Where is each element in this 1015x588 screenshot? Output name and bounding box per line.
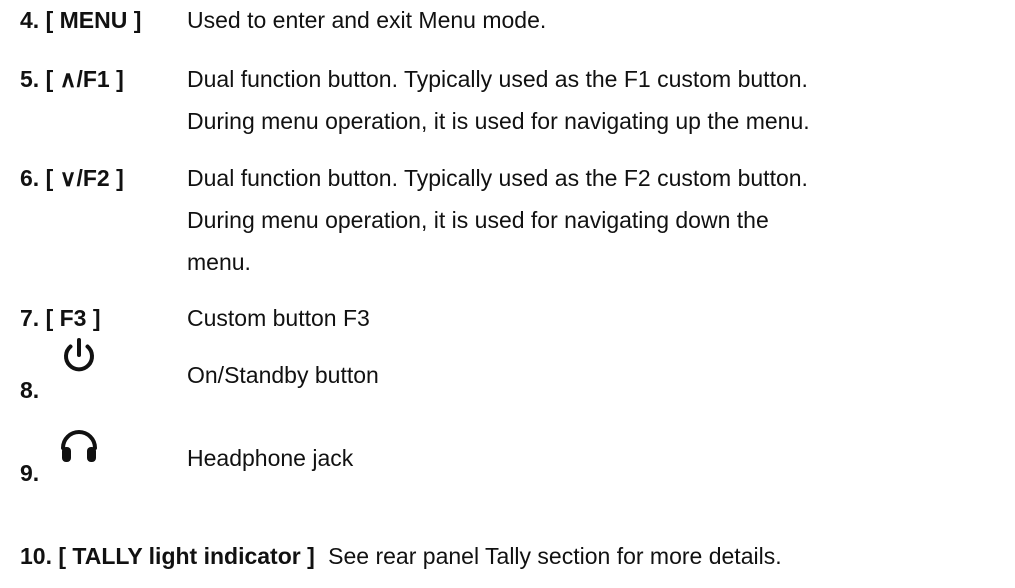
item-7-term: 7. [ F3 ]	[20, 305, 101, 331]
item-9-term: 9.	[20, 460, 40, 486]
item-4-term: 4. [ MENU ]	[20, 7, 142, 33]
item-8-term: 8.	[20, 377, 40, 403]
headphone-icon	[61, 430, 97, 462]
item-6-desc-line-3: menu.	[187, 249, 251, 275]
item-5-desc-line-1: Dual function button. Typically used as …	[187, 66, 808, 92]
item-7-desc: Custom button F3	[187, 305, 370, 331]
item-6-term: 6. [ ∨/F2 ]	[20, 165, 124, 191]
item-4-desc: Used to enter and exit Menu mode.	[187, 7, 547, 33]
power-icon	[64, 338, 94, 372]
item-9-desc: Headphone jack	[187, 445, 354, 471]
item-10-term: 10. [ TALLY light indicator ]	[20, 543, 315, 569]
document-page: 4. [ MENU ] Used to enter and exit Menu …	[0, 0, 1015, 588]
item-5-term: 5. [ ∧/F1 ]	[20, 66, 124, 92]
item-8-desc: On/Standby button	[187, 362, 379, 388]
item-6-desc-line-2: During menu operation, it is used for na…	[187, 207, 769, 233]
item-6-desc-line-1: Dual function button. Typically used as …	[187, 165, 808, 191]
item-10-desc: See rear panel Tally section for more de…	[328, 543, 782, 569]
item-5-desc-line-2: During menu operation, it is used for na…	[187, 108, 810, 134]
item-10-row: 10. [ TALLY light indicator ] See rear p…	[20, 541, 782, 571]
